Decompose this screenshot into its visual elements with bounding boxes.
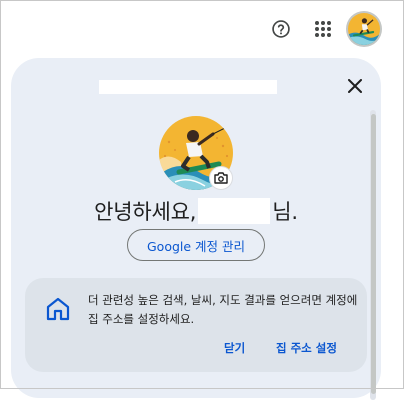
apps-grid-icon[interactable] bbox=[310, 16, 336, 42]
greeting: 안녕하세요, 님. bbox=[11, 196, 381, 226]
set-home-address-button[interactable]: 집 주소 설정 bbox=[276, 340, 337, 356]
scrollbar-thumb[interactable] bbox=[371, 114, 376, 394]
camera-icon[interactable] bbox=[209, 166, 233, 190]
account-panel: 안녕하세요, 님. Google 계정 관리 더 관련성 높은 검색, 날씨, … bbox=[11, 58, 381, 400]
manage-account-label: Google 계정 관리 bbox=[146, 238, 246, 254]
close-icon[interactable] bbox=[341, 72, 369, 100]
home-address-card: 더 관련성 높은 검색, 날씨, 지도 결과를 얻으려면 계정에 집 주소를 설… bbox=[25, 278, 367, 372]
home-address-message: 더 관련성 높은 검색, 날씨, 지도 결과를 얻으려면 계정에 집 주소를 설… bbox=[88, 293, 358, 326]
dismiss-button[interactable]: 닫기 bbox=[224, 340, 245, 356]
email-redacted bbox=[99, 80, 277, 94]
help-icon[interactable] bbox=[268, 16, 294, 42]
manage-account-button[interactable]: Google 계정 관리 bbox=[127, 229, 265, 261]
home-icon bbox=[45, 296, 71, 322]
greeting-suffix: 님. bbox=[272, 200, 298, 224]
greeting-prefix: 안녕하세요, bbox=[94, 200, 197, 224]
name-redacted bbox=[198, 198, 271, 224]
avatar[interactable] bbox=[346, 11, 382, 47]
